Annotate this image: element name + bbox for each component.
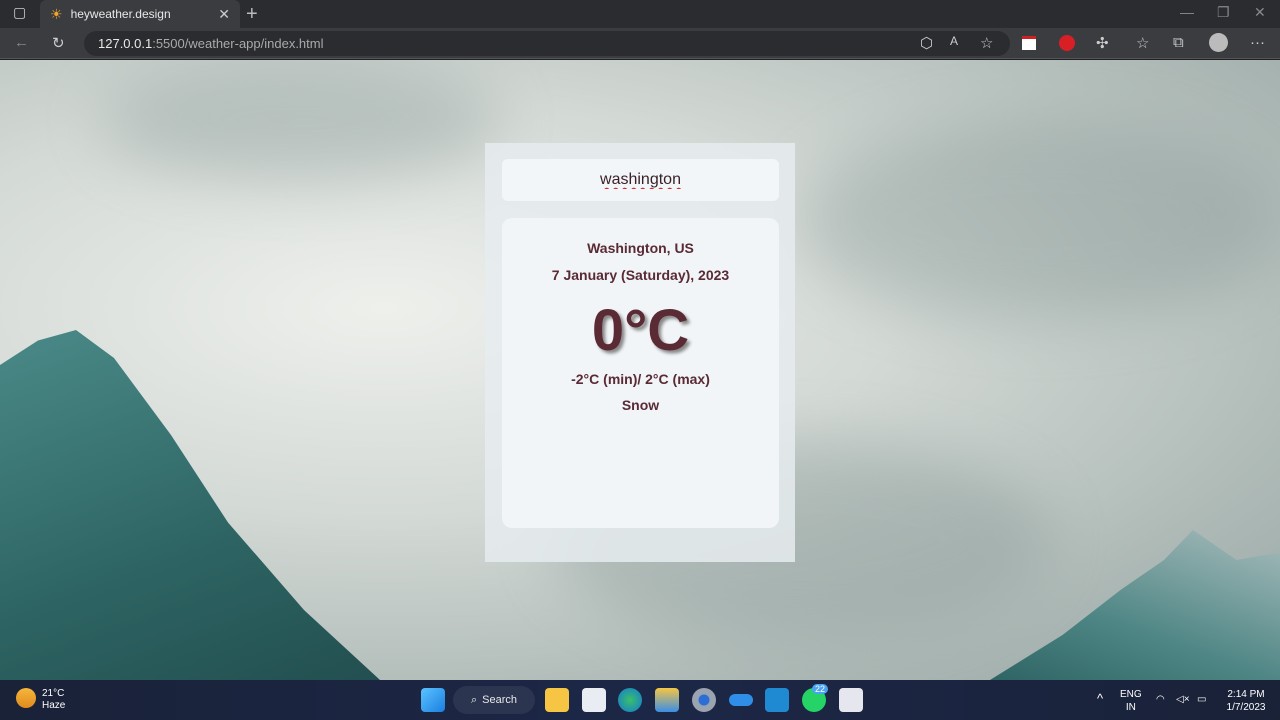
lang-2: IN: [1125, 702, 1136, 713]
favorite-add-icon[interactable]: ☆: [980, 34, 993, 52]
close-window-icon[interactable]: ✕: [1254, 4, 1266, 21]
weather-description: Snow: [621, 397, 660, 413]
collections-icon[interactable]: ⧉: [1173, 34, 1184, 51]
weather-widget[interactable]: 21°C Haze: [16, 688, 65, 712]
tab-title: heyweather.design: [70, 7, 171, 21]
address-bar: ← ↻ i 127.0.0.1:5500/weather-app/index.h…: [0, 28, 1280, 120]
date-display: 1/7/2023: [1226, 702, 1266, 713]
date: 7 January (Saturday), 2023: [551, 267, 730, 283]
lang-1: ENG: [1120, 689, 1142, 700]
sun-icon: ☀: [50, 5, 63, 22]
whatsapp-badge: 22: [812, 684, 829, 694]
files-icon[interactable]: [655, 688, 679, 712]
muted-icon[interactable]: ◁×: [1176, 693, 1190, 706]
start-icon[interactable]: [421, 688, 445, 712]
url-input[interactable]: i 127.0.0.1:5500/weather-app/index.html: [84, 31, 1010, 120]
url-host: 127.0.0.1: [98, 36, 153, 51]
mountain-left: [0, 330, 380, 680]
temperature: 0°C: [591, 298, 690, 363]
haze-icon: [16, 688, 36, 708]
wifi-icon[interactable]: ◠: [1156, 693, 1165, 706]
minimize-icon[interactable]: —: [1180, 4, 1194, 20]
search-icon: ⌕: [471, 693, 478, 706]
clock[interactable]: 2:14 PM 1/7/2023: [1222, 688, 1270, 714]
weather-desc: Haze: [42, 700, 66, 711]
edge-icon[interactable]: [618, 688, 642, 712]
adblock-icon[interactable]: [1059, 35, 1075, 51]
new-tab-icon[interactable]: +: [246, 3, 258, 26]
onedrive-icon[interactable]: [729, 694, 753, 706]
snipping-tool-icon[interactable]: [839, 688, 863, 712]
weather-temp: 21°C: [42, 688, 65, 699]
chevron-up-icon[interactable]: ^: [1097, 692, 1103, 705]
settings-icon[interactable]: [692, 688, 716, 712]
weather-info: Washington, US 7 January (Saturday), 202…: [502, 218, 779, 528]
extension-icon[interactable]: [1022, 36, 1036, 50]
min-max-temp: -2°C (min)/ 2°C (max): [571, 371, 710, 387]
taskbar: 21°C Haze ⌕ Search 22 ^ ENG IN ◠ ◁× ▭ 2:14 …: [0, 680, 1280, 720]
tag-icon[interactable]: ⬡: [920, 34, 933, 52]
city-name: Washington, US: [587, 240, 694, 256]
weather-card: Washington, US 7 January (Saturday), 202…: [485, 143, 795, 562]
page-background: Washington, US 7 January (Saturday), 202…: [0, 60, 1280, 680]
city-search-input[interactable]: [502, 159, 779, 201]
extensions-icon[interactable]: ✣: [1096, 34, 1109, 52]
search-label: Search: [482, 694, 518, 706]
tab-actions-icon[interactable]: ▢: [13, 4, 26, 21]
favorites-icon[interactable]: ☆: [1136, 34, 1149, 52]
battery-icon[interactable]: ▭: [1197, 693, 1206, 706]
refresh-icon[interactable]: ↻: [52, 34, 65, 52]
file-explorer-icon[interactable]: [545, 688, 569, 712]
restore-icon[interactable]: ❐: [1217, 4, 1230, 21]
back-icon[interactable]: ←: [14, 34, 29, 51]
time: 2:14 PM: [1227, 689, 1265, 700]
store-icon[interactable]: [582, 688, 606, 712]
close-tab-icon[interactable]: ✕: [218, 6, 230, 23]
vscode-icon[interactable]: [765, 688, 789, 712]
more-icon[interactable]: ···: [1250, 34, 1265, 51]
tab-heyweather[interactable]: ☀ heyweather.design ✕: [40, 0, 240, 28]
read-aloud-icon[interactable]: A: [950, 34, 958, 48]
tab-bar: ▢ ☀ heyweather.design ✕ + — ❐ ✕: [0, 0, 1280, 28]
taskbar-search[interactable]: ⌕ Search: [453, 686, 535, 714]
url-path: :5500/weather-app/index.html: [152, 36, 324, 51]
profile-avatar[interactable]: [1209, 33, 1228, 52]
language-indicator[interactable]: ENG IN: [1120, 688, 1142, 714]
